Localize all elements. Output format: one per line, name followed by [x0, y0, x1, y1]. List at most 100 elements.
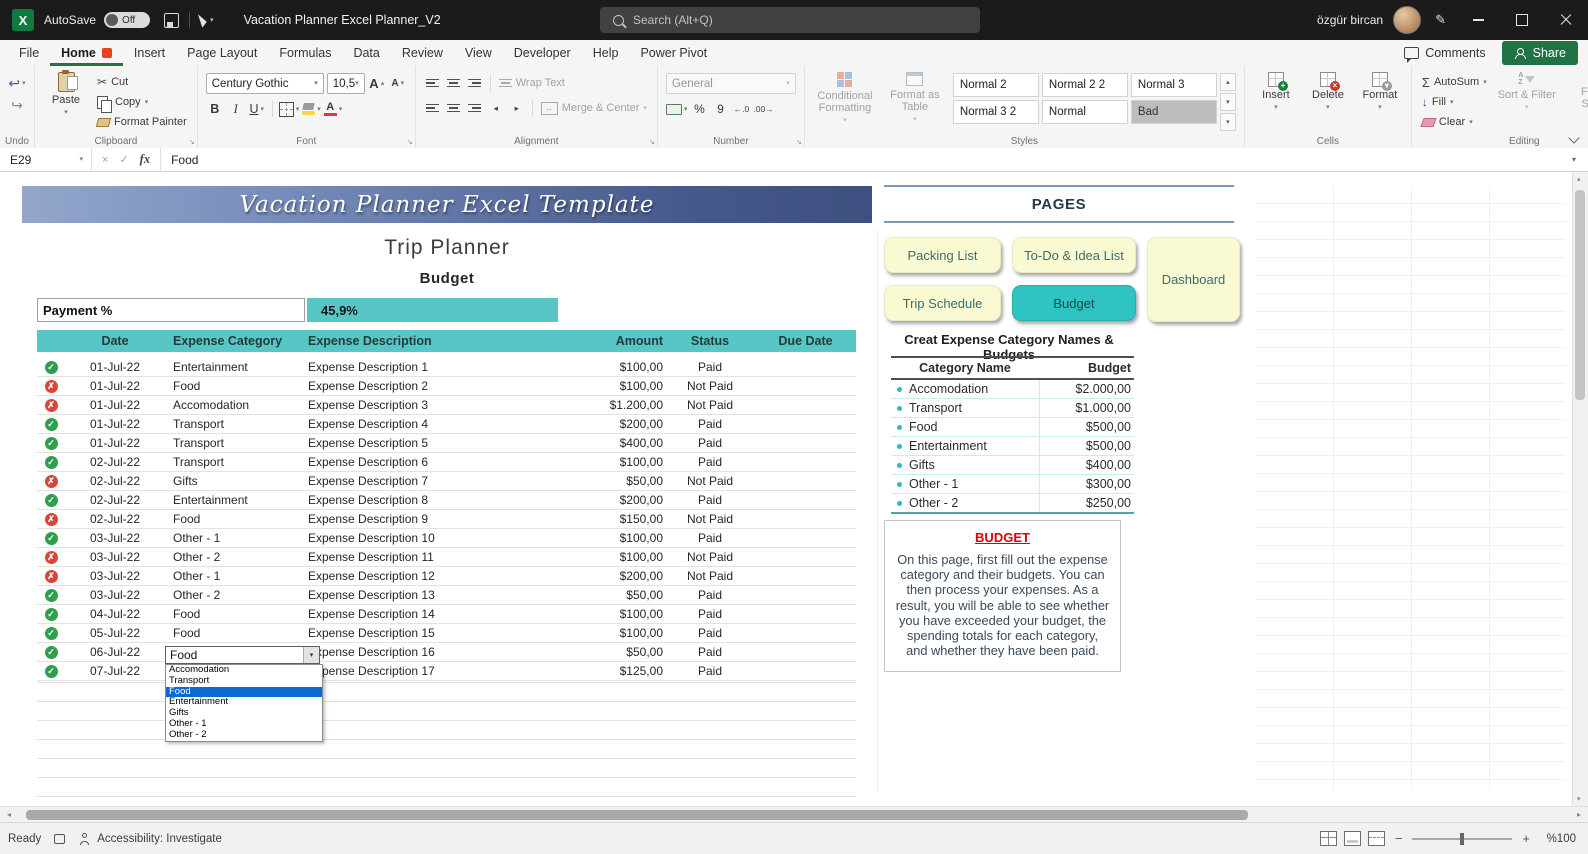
- scroll-down-icon[interactable]: ▾: [1577, 795, 1581, 803]
- tab-review[interactable]: Review: [391, 40, 454, 66]
- cut-button[interactable]: ✂ Cut: [95, 73, 189, 91]
- empty-row[interactable]: [37, 778, 856, 797]
- scroll-up-icon[interactable]: ▴: [1577, 175, 1581, 183]
- cell-amount[interactable]: $100,00: [557, 550, 665, 564]
- decrease-decimal-button[interactable]: .00→: [753, 99, 773, 119]
- column-header-amount[interactable]: Amount: [557, 334, 665, 348]
- accounting-format-button[interactable]: ▾: [665, 99, 687, 119]
- category-budget[interactable]: $1.000,00: [1039, 399, 1134, 417]
- empty-row[interactable]: [37, 759, 856, 778]
- category-name[interactable]: Transport: [891, 401, 1039, 415]
- column-header-expense-category[interactable]: Expense Category: [165, 334, 307, 348]
- tab-developer[interactable]: Developer: [503, 40, 582, 66]
- cell-description[interactable]: Expense Description 14: [307, 607, 557, 621]
- cell-amount[interactable]: $100,00: [557, 360, 665, 374]
- borders-button[interactable]: ▾: [278, 99, 299, 119]
- cell-style-normal-2[interactable]: Normal 2: [952, 73, 1039, 97]
- horizontal-scrollbar[interactable]: ◂ ▸: [0, 806, 1588, 822]
- scroll-left-icon[interactable]: ◂: [7, 810, 11, 819]
- zoom-in-button[interactable]: +: [1522, 831, 1530, 846]
- cell-category[interactable]: Food: [165, 626, 307, 640]
- italic-button[interactable]: I: [227, 99, 245, 119]
- conditional-formatting-button[interactable]: Conditional Formatting ▾: [813, 68, 877, 132]
- category-budget[interactable]: $400,00: [1039, 456, 1134, 474]
- cell-status[interactable]: Not Paid: [665, 569, 755, 583]
- cell-date[interactable]: 02-Jul-22: [65, 455, 165, 469]
- pointer-icon[interactable]: [198, 12, 209, 28]
- cell-category[interactable]: Gifts: [165, 474, 307, 488]
- tab-page-layout[interactable]: Page Layout: [176, 40, 268, 66]
- cell-description[interactable]: Expense Description 15: [307, 626, 557, 640]
- column-header-date[interactable]: Date: [65, 334, 165, 348]
- format-as-table-button[interactable]: Format as Table ▾: [883, 68, 947, 132]
- cell-status[interactable]: Not Paid: [665, 379, 755, 393]
- tab-insert[interactable]: Insert: [123, 40, 176, 66]
- decrease-indent-button[interactable]: ◂: [487, 98, 505, 118]
- cell-style-normal-3[interactable]: Normal 3: [1130, 73, 1217, 97]
- cell-category[interactable]: Other - 1: [165, 569, 307, 583]
- page-button-todo-idea-list[interactable]: To-Do & Idea List: [1012, 237, 1136, 273]
- cell-status[interactable]: Paid: [665, 531, 755, 545]
- cell-style-normal-2-2[interactable]: Normal 2 2: [1041, 73, 1128, 97]
- cell-date[interactable]: 01-Jul-22: [65, 379, 165, 393]
- share-button[interactable]: Share: [1501, 41, 1578, 65]
- redo-button[interactable]: ↪: [8, 95, 26, 115]
- cell-description[interactable]: Expense Description 1: [307, 360, 557, 374]
- cell-status[interactable]: Paid: [665, 607, 755, 621]
- accessibility-status[interactable]: Accessibility: Investigate: [97, 833, 222, 845]
- zoom-level[interactable]: %100: [1542, 833, 1576, 845]
- find-select-button[interactable]: Find & Select ▾: [1565, 68, 1588, 132]
- page-layout-view-button[interactable]: [1343, 831, 1361, 846]
- cell-amount[interactable]: $100,00: [557, 455, 665, 469]
- align-top-button[interactable]: [424, 73, 442, 93]
- font-name-select[interactable]: Century Gothic ▾: [205, 73, 324, 94]
- cell-amount[interactable]: $100,00: [557, 626, 665, 640]
- empty-row[interactable]: [37, 683, 856, 702]
- vertical-scroll-thumb[interactable]: [1575, 190, 1585, 400]
- dropdown-arrow-icon[interactable]: ▾: [303, 647, 319, 663]
- cell-status[interactable]: Paid: [665, 645, 755, 659]
- fill-color-button[interactable]: ▾: [302, 99, 321, 119]
- cell-amount[interactable]: $400,00: [557, 436, 665, 450]
- cell-description[interactable]: Expense Description 7: [307, 474, 557, 488]
- cell-date[interactable]: 03-Jul-22: [65, 550, 165, 564]
- cell-category[interactable]: Food: [165, 607, 307, 621]
- align-center-button[interactable]: [445, 98, 463, 118]
- cell-date[interactable]: 02-Jul-22: [65, 493, 165, 507]
- payment-percent-value[interactable]: 45,9%: [307, 298, 558, 322]
- align-bottom-button[interactable]: [466, 73, 484, 93]
- cell-description[interactable]: Expense Description 2: [307, 379, 557, 393]
- category-budget[interactable]: $2.000,00: [1039, 380, 1134, 398]
- pen-icon[interactable]: ✎: [1435, 12, 1446, 28]
- gallery-up-button[interactable]: ▴: [1219, 73, 1236, 91]
- minimize-button[interactable]: [1456, 0, 1500, 40]
- cell-description[interactable]: Expense Description 3: [307, 398, 557, 412]
- cell-status[interactable]: Paid: [665, 417, 755, 431]
- macro-record-icon[interactable]: [53, 833, 66, 845]
- align-right-button[interactable]: [466, 98, 484, 118]
- insert-function-icon[interactable]: fx: [140, 152, 150, 167]
- confirm-entry-icon[interactable]: ✓: [119, 153, 128, 166]
- comma-style-button[interactable]: 9: [711, 99, 729, 119]
- align-left-button[interactable]: [424, 98, 442, 118]
- category-name[interactable]: Other - 2: [891, 496, 1039, 510]
- cell-description[interactable]: Expense Description 13: [307, 588, 557, 602]
- category-name[interactable]: Other - 1: [891, 477, 1039, 491]
- fill-button[interactable]: ↓ Fill ▾: [1420, 93, 1489, 111]
- page-button-budget[interactable]: Budget: [1012, 285, 1136, 321]
- cell-status[interactable]: Paid: [665, 626, 755, 640]
- number-format-select[interactable]: General ▾: [665, 73, 796, 94]
- merge-center-button[interactable]: ↔ Merge & Center ▾: [539, 99, 649, 117]
- normal-view-button[interactable]: [1319, 831, 1337, 846]
- formula-input[interactable]: Food: [161, 153, 1572, 167]
- cell-amount[interactable]: $200,00: [557, 569, 665, 583]
- quick-access-caret-icon[interactable]: ▾: [210, 17, 214, 24]
- excel-logo-icon[interactable]: X: [12, 9, 34, 31]
- comments-button[interactable]: Comments: [1404, 46, 1486, 63]
- zoom-slider-thumb[interactable]: [1460, 832, 1465, 845]
- cell-amount[interactable]: $50,00: [557, 588, 665, 602]
- cell-description[interactable]: Expense Description 12: [307, 569, 557, 583]
- close-button[interactable]: [1544, 0, 1588, 40]
- avatar[interactable]: [1393, 6, 1422, 34]
- cancel-entry-icon[interactable]: ×: [102, 154, 108, 166]
